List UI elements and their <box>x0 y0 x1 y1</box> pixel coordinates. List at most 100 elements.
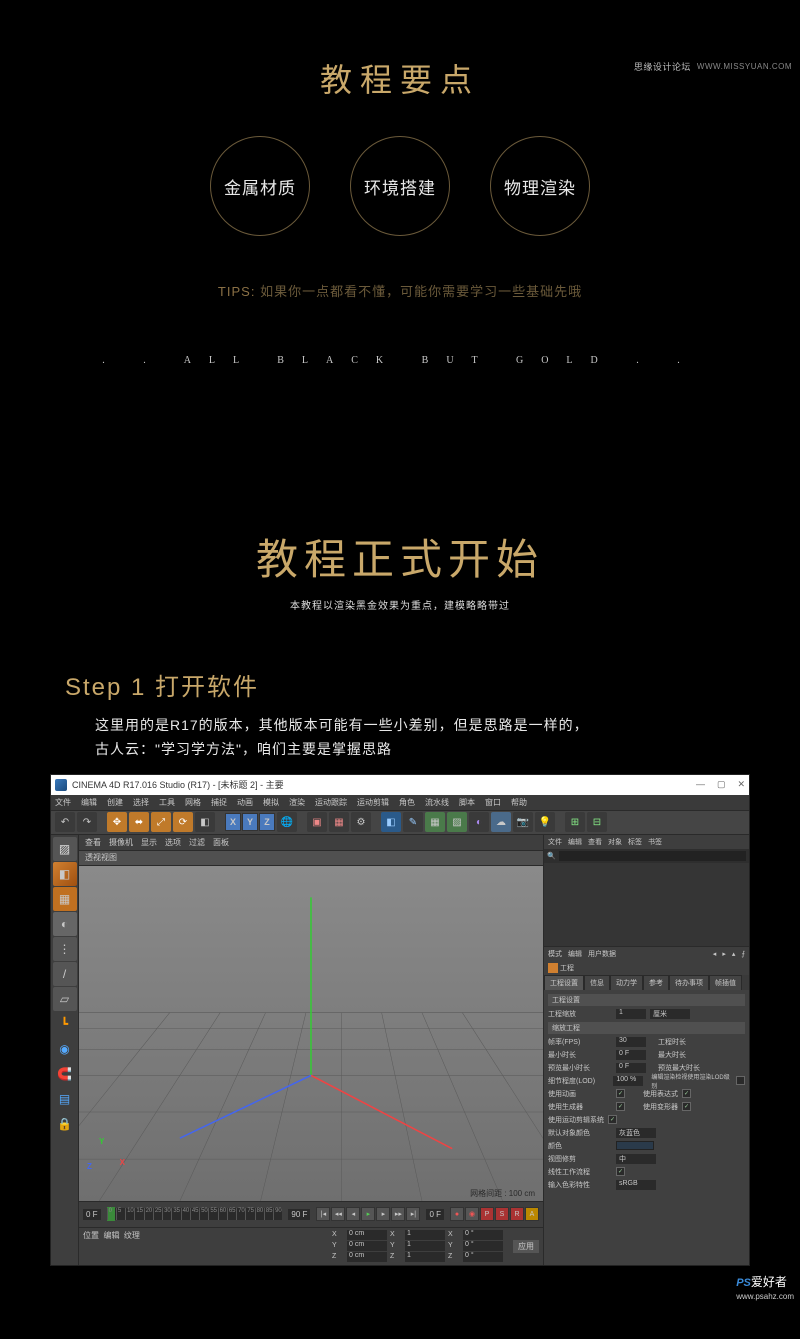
vp-view[interactable]: 查看 <box>85 837 101 848</box>
vp-panel[interactable]: 面板 <box>213 837 229 848</box>
menu-window[interactable]: 窗口 <box>485 797 501 808</box>
menu-snap[interactable]: 捕捉 <box>211 797 227 808</box>
texture-mode-icon[interactable]: ▦ <box>53 887 77 911</box>
attr-nav-fn-icon[interactable]: ⨍ <box>741 950 745 958</box>
edge-mode-icon[interactable]: / <box>53 962 77 986</box>
menu-simulate[interactable]: 模拟 <box>263 797 279 808</box>
array-icon[interactable]: ▨ <box>447 812 467 832</box>
subdiv-icon[interactable]: ▦ <box>425 812 445 832</box>
attr-mode[interactable]: 模式 <box>548 949 562 959</box>
vp-camera[interactable]: 摄像机 <box>109 837 133 848</box>
light-icon[interactable]: 💡 <box>535 812 555 832</box>
tab-position[interactable]: 位置 <box>83 1231 99 1240</box>
render-picture[interactable]: ▦ <box>329 812 349 832</box>
tweak-icon[interactable]: ◉ <box>53 1037 77 1061</box>
menu-motion-graph[interactable]: 运动剪辑 <box>357 797 389 808</box>
go-end-button[interactable]: ▸| <box>406 1207 420 1221</box>
om-edit[interactable]: 编辑 <box>568 837 582 847</box>
attr-nav-fwd-icon[interactable]: ▸ <box>722 950 726 958</box>
poly-mode-icon[interactable]: ▱ <box>53 987 77 1011</box>
sel-view[interactable]: 中 <box>616 1154 656 1164</box>
object-mode-icon[interactable]: ◐ <box>53 912 77 936</box>
om-file[interactable]: 文件 <box>548 837 562 847</box>
attr-edit[interactable]: 编辑 <box>568 949 582 959</box>
scale-x[interactable]: 1 <box>405 1230 445 1240</box>
tab-interp[interactable]: 帧插值 <box>709 975 742 990</box>
apply-button[interactable]: 应用 <box>513 1240 539 1253</box>
search-icon[interactable]: 🔍 <box>547 852 556 860</box>
axis-x[interactable]: X <box>225 813 241 831</box>
chk-usegen[interactable]: ✓ <box>616 1102 625 1111</box>
tab-texture[interactable]: 纹理 <box>124 1231 140 1240</box>
inp-lod[interactable]: 100 % <box>613 1076 643 1086</box>
environment-icon[interactable]: ☁ <box>491 812 511 832</box>
attr-nav-back-icon[interactable]: ◂ <box>713 950 717 958</box>
om-bookmark[interactable]: 书签 <box>648 837 662 847</box>
inp-prevmin[interactable]: 0 F <box>616 1063 646 1073</box>
scale-tool[interactable]: ⤢ <box>151 812 171 832</box>
tab-edit[interactable]: 编辑 <box>103 1231 119 1240</box>
menu-select[interactable]: 选择 <box>133 797 149 808</box>
timeline-start[interactable]: 0 F <box>83 1209 101 1220</box>
obj-mgr-body[interactable] <box>544 863 749 946</box>
tab-reference[interactable]: 参考 <box>643 975 669 990</box>
scale-z[interactable]: 1 <box>405 1252 445 1262</box>
sel-inputcolor[interactable]: sRGB <box>616 1180 656 1190</box>
menu-render[interactable]: 渲染 <box>289 797 305 808</box>
inp-fps[interactable]: 30 <box>616 1037 646 1047</box>
maximize-button[interactable]: ▢ <box>717 779 726 790</box>
tab-dynamics[interactable]: 动力学 <box>610 975 643 990</box>
menu-script[interactable]: 脚本 <box>459 797 475 808</box>
make-editable-icon[interactable]: ▨ <box>53 837 77 861</box>
select-tool[interactable]: ✥ <box>107 812 127 832</box>
axis-z[interactable]: Z <box>259 813 275 831</box>
viewport[interactable]: Y X Z 网格间距 : 100 cm MAXON CINEMA 4D <box>79 866 543 1201</box>
workplane-icon[interactable]: ▤ <box>53 1087 77 1111</box>
render-settings[interactable]: ⚙ <box>351 812 371 832</box>
chk-useexpr[interactable]: ✓ <box>682 1089 691 1098</box>
axis-y[interactable]: Y <box>242 813 258 831</box>
deformer-icon[interactable]: ◐ <box>469 812 489 832</box>
redo-button[interactable]: ↷ <box>77 812 97 832</box>
rot-x[interactable]: 0 ° <box>463 1230 503 1240</box>
undo-button[interactable]: ↶ <box>55 812 75 832</box>
attr-section-scale[interactable]: 缩放工程 <box>548 1022 745 1034</box>
om-object[interactable]: 对象 <box>608 837 622 847</box>
timeline-end[interactable]: 90 F <box>288 1209 310 1220</box>
inp-scale[interactable]: 1 <box>616 1009 646 1019</box>
mograph-icon[interactable]: ⊞ <box>565 812 585 832</box>
chk-usedeform[interactable]: ✓ <box>682 1102 691 1111</box>
key-rot-icon[interactable]: R <box>510 1207 524 1221</box>
menu-edit[interactable]: 编辑 <box>81 797 97 808</box>
prev-key-button[interactable]: ◂◂ <box>331 1207 345 1221</box>
cube-primitive[interactable]: ◧ <box>381 812 401 832</box>
render-view[interactable]: ▣ <box>307 812 327 832</box>
scale-y[interactable]: 1 <box>405 1241 445 1251</box>
attr-nav-up-icon[interactable]: ▴ <box>732 950 736 958</box>
point-mode-icon[interactable]: ⋮ <box>53 937 77 961</box>
search-input[interactable] <box>559 851 746 861</box>
current-frame[interactable]: 0 F <box>426 1209 444 1220</box>
vp-options[interactable]: 选项 <box>165 837 181 848</box>
menu-mesh[interactable]: 网格 <box>185 797 201 808</box>
snap-icon[interactable]: 🧲 <box>53 1062 77 1086</box>
rotate-tool[interactable]: ⟳ <box>173 812 193 832</box>
record-button[interactable]: ● <box>450 1207 464 1221</box>
titlebar[interactable]: CINEMA 4D R17.016 Studio (R17) - [未标题 2]… <box>51 775 749 795</box>
vp-display[interactable]: 显示 <box>141 837 157 848</box>
rot-z[interactable]: 0 ° <box>463 1252 503 1262</box>
menu-create[interactable]: 创建 <box>107 797 123 808</box>
camera-icon[interactable]: 📷 <box>513 812 533 832</box>
locked-icon[interactable]: 🔒 <box>53 1112 77 1136</box>
key-scale-icon[interactable]: S <box>495 1207 509 1221</box>
play-button[interactable]: ▸ <box>361 1207 375 1221</box>
pos-y[interactable]: 0 cm <box>347 1241 387 1251</box>
axis-mode-icon[interactable]: ┗ <box>53 1012 77 1036</box>
rot-y[interactable]: 0 ° <box>463 1241 503 1251</box>
axis-gizmo[interactable]: Y X Z <box>91 1141 121 1171</box>
coord-system[interactable]: 🌐 <box>277 812 297 832</box>
menu-pipeline[interactable]: 流水线 <box>425 797 449 808</box>
pos-z[interactable]: 0 cm <box>347 1252 387 1262</box>
chk-lod-render[interactable] <box>736 1076 745 1085</box>
sel-defcolor[interactable]: 灰蓝色 <box>616 1128 656 1138</box>
